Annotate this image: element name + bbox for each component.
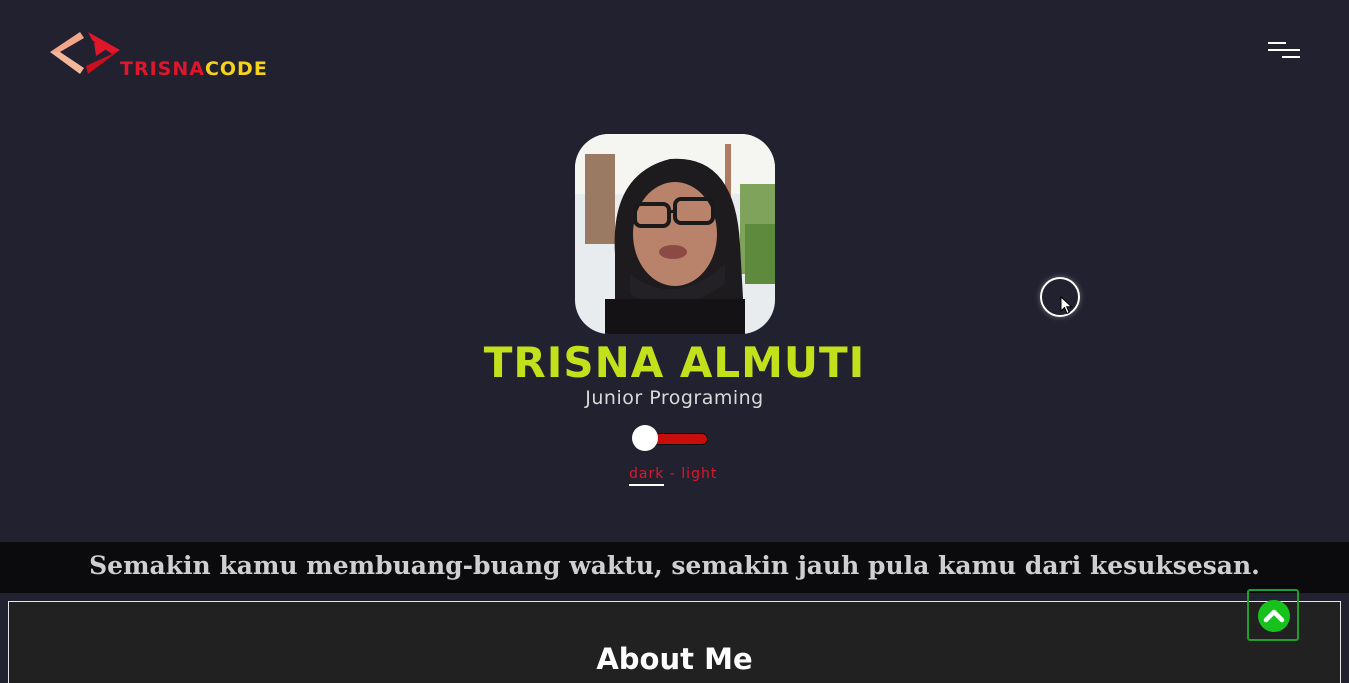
brackets-logo-icon — [50, 32, 120, 74]
profile-photo — [575, 134, 775, 334]
page: TRISNACODE TRISNA ALMUTI Junior Programi… — [0, 0, 1349, 683]
back-to-top-circle — [1258, 600, 1290, 632]
light-label[interactable]: light — [681, 466, 717, 482]
site-logo[interactable]: TRISNACODE — [48, 30, 288, 80]
dark-label[interactable]: dark — [629, 466, 665, 486]
theme-toggle-switch[interactable] — [632, 425, 708, 451]
chevron-up-icon — [1263, 609, 1285, 623]
logo-text-trisna: TRISNA — [120, 58, 205, 80]
quote-text: Semakin kamu membuang-buang waktu, semak… — [89, 551, 1260, 580]
quote-banner: Semakin kamu membuang-buang waktu, semak… — [0, 542, 1349, 593]
back-to-top-button[interactable] — [1247, 589, 1299, 641]
logo-text-code: CODE — [204, 58, 268, 80]
menu-line — [1268, 49, 1300, 51]
about-section: About Me — [8, 601, 1341, 683]
profile-name: TRISNA ALMUTI — [483, 338, 866, 387]
toggle-knob[interactable] — [632, 425, 658, 451]
hamburger-menu-icon[interactable] — [1266, 40, 1302, 68]
profile-role: Junior Programing — [585, 387, 764, 409]
mouse-pointer-icon — [1060, 296, 1073, 315]
theme-toggle-label: dark - light — [629, 466, 717, 486]
menu-line — [1282, 56, 1300, 58]
menu-line — [1268, 42, 1286, 44]
about-title: About Me — [596, 642, 753, 676]
logo-wordmark: TRISNACODE — [120, 58, 268, 80]
toggle-separator: - — [664, 466, 682, 482]
